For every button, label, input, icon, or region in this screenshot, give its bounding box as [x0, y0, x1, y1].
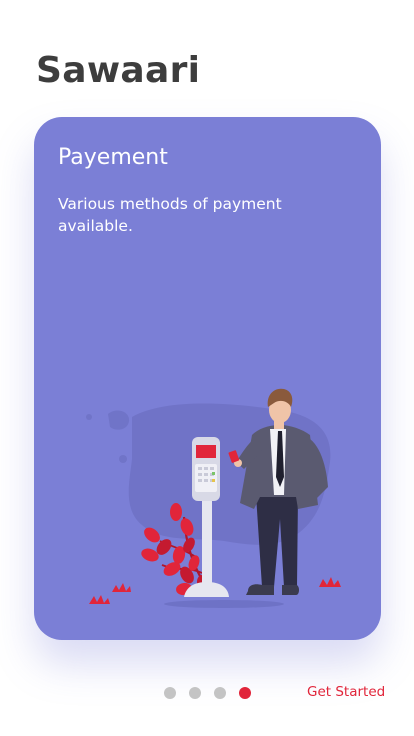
payment-terminal-man-illustration — [86, 388, 341, 608]
blob-dot — [119, 455, 127, 463]
get-started-button[interactable]: Get Started — [307, 684, 385, 700]
grass-tuft — [89, 595, 110, 604]
blob-small — [108, 410, 130, 430]
page-dot[interactable] — [214, 687, 226, 699]
page-dot[interactable] — [189, 687, 201, 699]
grass-tuft — [319, 577, 341, 587]
page-dot[interactable] — [164, 687, 176, 699]
onboarding-card[interactable]: Payement Various methods of payment avai… — [34, 117, 381, 640]
ground-shadow — [164, 600, 284, 608]
app-title: Sawaari — [36, 50, 201, 91]
page-indicator — [164, 687, 251, 699]
blob-dot — [86, 414, 92, 420]
grass-tuft — [112, 583, 131, 592]
page-dot-active[interactable] — [239, 687, 251, 699]
